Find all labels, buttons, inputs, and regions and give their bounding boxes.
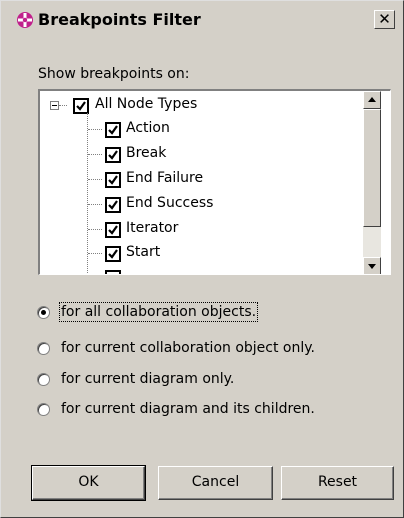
tree-connector bbox=[88, 179, 102, 180]
check-icon bbox=[76, 101, 86, 111]
node-type-tree[interactable]: All Node Types Action Break End Failure … bbox=[38, 89, 391, 275]
breakpoint-filter-icon bbox=[17, 12, 33, 28]
tree-connector bbox=[88, 154, 102, 155]
check-icon bbox=[108, 175, 118, 185]
tree-item-label: Iterator bbox=[126, 220, 179, 236]
radio-label: for all collaboration objects. bbox=[58, 302, 259, 322]
tree-connector bbox=[88, 204, 102, 205]
tree-item-iterator[interactable]: Iterator bbox=[40, 219, 360, 241]
checkbox-start[interactable] bbox=[105, 246, 121, 262]
tree-item-action[interactable]: Action bbox=[40, 119, 360, 141]
tree-item-partial[interactable] bbox=[40, 267, 360, 274]
tree-item-label: End Failure bbox=[126, 170, 204, 186]
breakpoints-filter-dialog: Breakpoints Filter ✕ Show breakpoints on… bbox=[0, 0, 404, 518]
check-icon bbox=[108, 225, 118, 235]
radio-label: for current diagram and its children. bbox=[61, 401, 315, 417]
scroll-up-button[interactable] bbox=[363, 91, 381, 109]
cancel-button[interactable]: Cancel bbox=[158, 466, 273, 500]
tree-item-label: Start bbox=[126, 244, 161, 260]
radio-label: for current diagram only. bbox=[61, 371, 235, 387]
checkbox-partial[interactable] bbox=[105, 270, 121, 274]
tree-item-end-success[interactable]: End Success bbox=[40, 194, 360, 216]
tree-item-start[interactable]: Start bbox=[40, 243, 360, 265]
tree-item-label: End Success bbox=[126, 195, 214, 211]
ok-button[interactable]: OK bbox=[31, 465, 146, 501]
arrow-up-icon bbox=[368, 97, 376, 102]
scroll-down-button[interactable] bbox=[363, 257, 381, 274]
checkbox-end-failure[interactable] bbox=[105, 172, 121, 188]
tree-connector bbox=[88, 229, 102, 230]
radio-diagram-children[interactable] bbox=[37, 403, 50, 416]
checkbox-end-success[interactable] bbox=[105, 197, 121, 213]
check-icon bbox=[108, 125, 118, 135]
radio-current-diagram[interactable] bbox=[37, 373, 50, 386]
check-icon bbox=[108, 200, 118, 210]
tree-root-label: All Node Types bbox=[95, 96, 198, 112]
reset-button[interactable]: Reset bbox=[281, 466, 394, 500]
scroll-thumb[interactable] bbox=[363, 109, 381, 227]
check-icon bbox=[108, 249, 118, 259]
tree-item-label: Action bbox=[126, 120, 170, 136]
dialog-title: Breakpoints Filter bbox=[38, 10, 201, 29]
checkbox-all-node-types[interactable] bbox=[73, 98, 89, 114]
radio-all-objects[interactable] bbox=[37, 306, 50, 319]
arrow-down-icon bbox=[368, 264, 376, 269]
tree-content: All Node Types Action Break End Failure … bbox=[40, 91, 371, 274]
tree-item-break[interactable]: Break bbox=[40, 144, 360, 166]
tree-root-row[interactable]: All Node Types bbox=[40, 95, 360, 117]
title-bar[interactable]: Breakpoints Filter ✕ bbox=[3, 3, 401, 33]
checkbox-break[interactable] bbox=[105, 147, 121, 163]
close-button[interactable]: ✕ bbox=[374, 10, 395, 29]
tree-item-label: Break bbox=[126, 145, 167, 161]
close-icon: ✕ bbox=[378, 10, 391, 28]
tree-item-end-failure[interactable]: End Failure bbox=[40, 169, 360, 191]
checkbox-iterator[interactable] bbox=[105, 222, 121, 238]
tree-connector bbox=[88, 129, 102, 130]
check-icon bbox=[108, 150, 118, 160]
show-breakpoints-label: Show breakpoints on: bbox=[38, 66, 190, 82]
tree-vertical-scrollbar[interactable] bbox=[363, 91, 381, 274]
radio-label: for current collaboration object only. bbox=[61, 340, 315, 356]
radio-current-object[interactable] bbox=[37, 342, 50, 355]
tree-connector bbox=[59, 105, 67, 106]
tree-connector bbox=[88, 253, 102, 254]
checkbox-action[interactable] bbox=[105, 122, 121, 138]
collapse-icon[interactable] bbox=[50, 101, 59, 110]
